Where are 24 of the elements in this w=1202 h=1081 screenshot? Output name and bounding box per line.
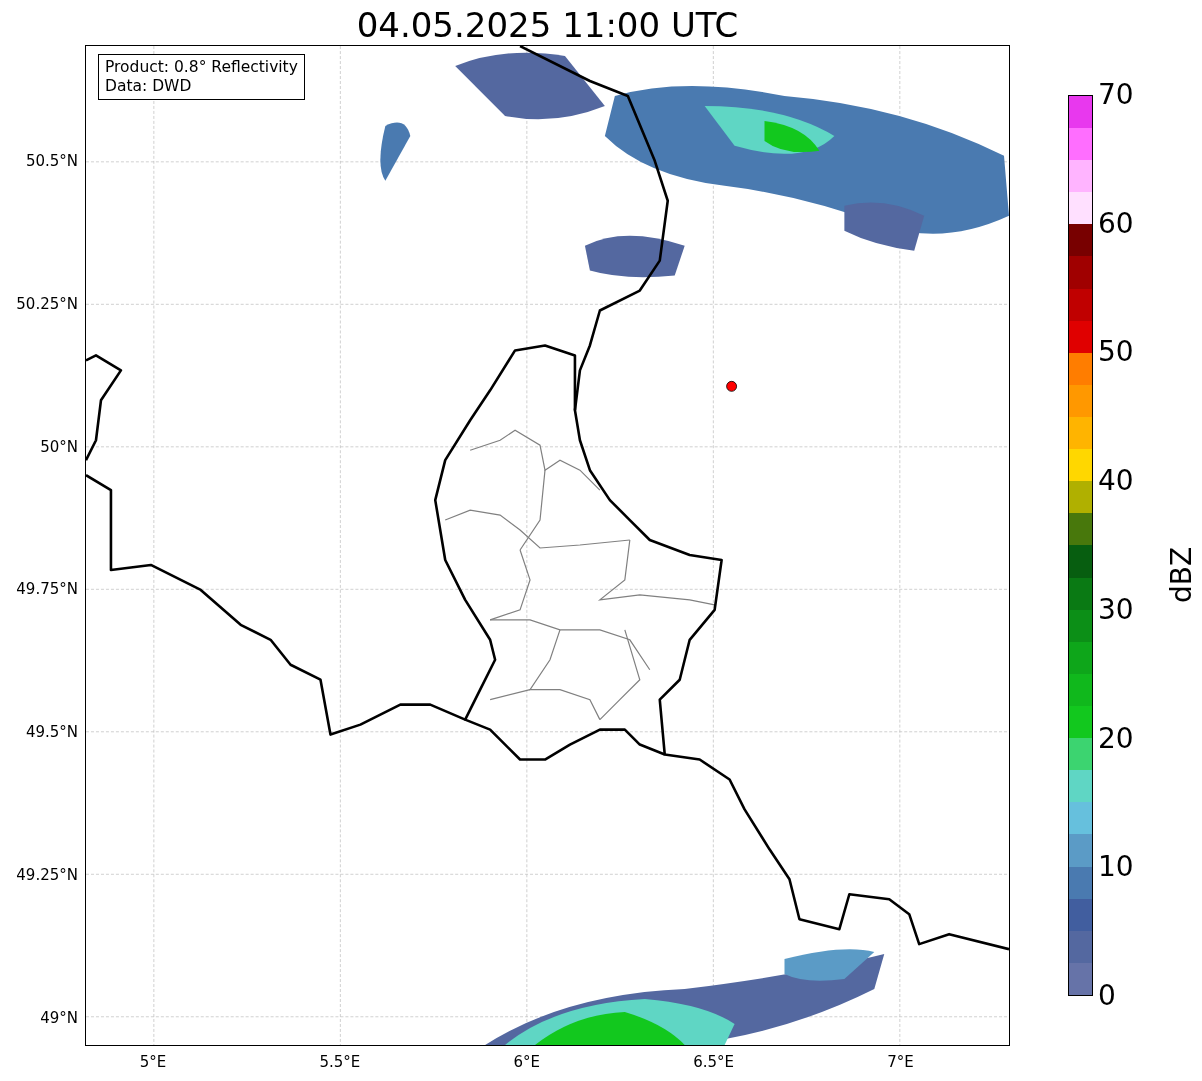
y-axis-tick-label: 50°N <box>39 436 78 457</box>
colorbar-tick-label: 50 <box>1098 336 1134 369</box>
colorbar-tick-label: 30 <box>1098 593 1134 626</box>
colorbar-tick-label: 0 <box>1098 980 1116 1012</box>
x-axis-tick-label: 6.5°E <box>692 1052 736 1072</box>
y-axis-tick-label: 50.5°N <box>24 151 78 171</box>
colorbar-tick-label: 70 <box>1098 79 1134 111</box>
x-axis-tick-label: 7°E <box>886 1052 915 1072</box>
colorbar-axis-label: dBZ <box>1164 545 1199 606</box>
x-axis-tick-label: 5.5°E <box>318 1052 362 1072</box>
legend-text: Product: 0.8° Reflectivity <box>105 58 298 77</box>
x-axis-tick-label: 6°E <box>512 1052 542 1072</box>
y-axis-tick-label: 49°N <box>39 1007 78 1028</box>
colorbar-tick-label: 20 <box>1098 722 1134 755</box>
legend-text: Data: DWD <box>105 77 193 96</box>
chart-title: 04.05.2025 11:00 UTC <box>355 4 740 46</box>
colorbar-tick-label: 60 <box>1098 207 1134 240</box>
colorbar-tick-label: 40 <box>1098 465 1134 498</box>
y-axis-tick-label: 49.75°N <box>15 579 78 600</box>
colorbar-tick-label: 10 <box>1098 851 1134 884</box>
y-axis-tick-label: 49.25°N <box>15 865 78 885</box>
y-axis-tick-label: 49.5°N <box>24 722 78 743</box>
y-axis-tick-label: 50.25°N <box>15 293 78 314</box>
x-axis-tick-label: 5°E <box>138 1052 168 1072</box>
